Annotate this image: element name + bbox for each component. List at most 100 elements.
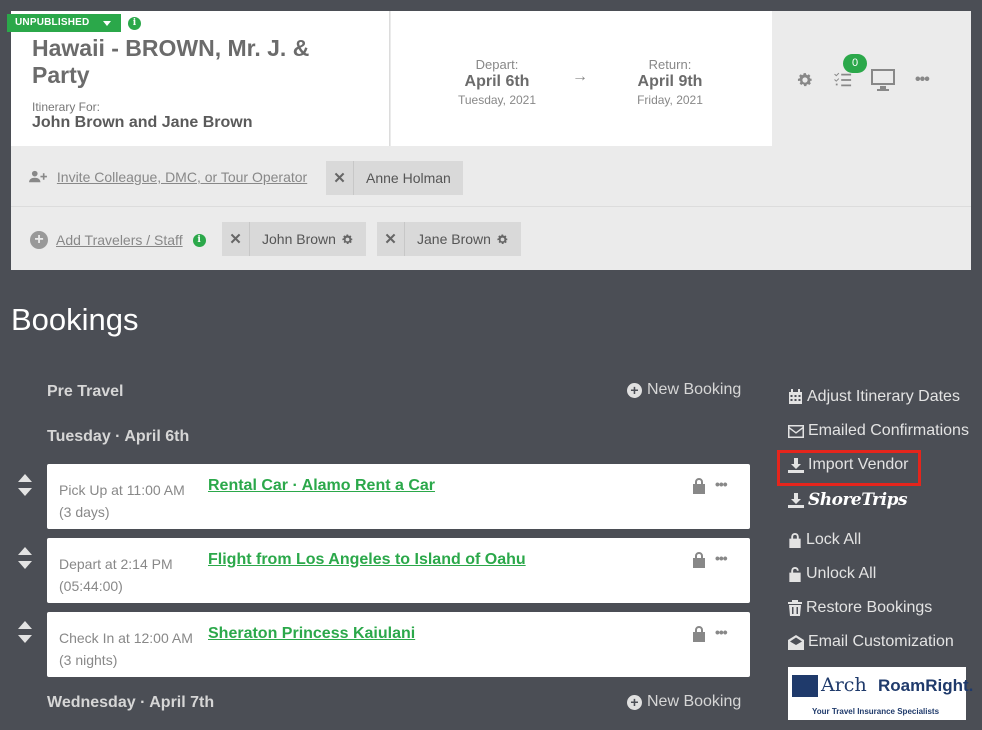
checklist-count-badge: 0	[843, 54, 867, 73]
checklist-icon[interactable]	[834, 71, 852, 89]
return-label: Return:	[648, 57, 692, 72]
booking-duration: (3 nights)	[59, 652, 118, 668]
unlock-all-label: Unlock All	[806, 565, 877, 582]
depart-year: Tuesday, 2021	[457, 93, 537, 107]
new-booking-label: New Booking	[647, 693, 742, 710]
more-options-icon[interactable]: •••	[715, 476, 728, 492]
collaborator-chip: ✕ Anne Holman	[326, 161, 463, 195]
trip-title[interactable]: Hawaii - BROWN, Mr. J. & Party	[32, 35, 372, 89]
lock-icon[interactable]	[692, 625, 706, 642]
traveler-chip-body[interactable]: John Brown	[250, 231, 366, 247]
envelope-open-icon	[788, 634, 804, 650]
more-options-icon[interactable]: •••	[915, 71, 930, 89]
plus-circle-icon: +	[627, 382, 642, 398]
itinerary-header: UNPUBLISHED i Hawaii - BROWN, Mr. J. & P…	[7, 11, 971, 270]
add-travelers-label: Add Travelers / Staff	[56, 232, 183, 248]
depart-date[interactable]: Depart: April 6th Tuesday, 2021	[446, 57, 548, 107]
new-booking-button[interactable]: + New Booking	[627, 693, 741, 711]
unlock-icon	[789, 566, 801, 582]
restore-bookings-label: Restore Bookings	[806, 599, 933, 616]
email-customization-link[interactable]: Email Customization	[788, 633, 954, 651]
return-date[interactable]: Return: April 9th Friday, 2021	[619, 57, 721, 107]
depart-day: April 6th	[464, 73, 530, 90]
monitor-icon[interactable]	[870, 68, 896, 92]
info-icon[interactable]: i	[192, 233, 206, 247]
emailed-confirmations-label: Emailed Confirmations	[808, 422, 969, 439]
new-booking-button[interactable]: + New Booking	[627, 381, 741, 399]
lock-icon[interactable]	[692, 477, 706, 494]
day-label: Tuesday · April 6th	[47, 428, 190, 445]
traveler-chip: ✕ John Brown	[222, 222, 366, 256]
gear-icon[interactable]	[796, 71, 814, 89]
booking-time: Depart at 2:14 PM	[59, 556, 173, 572]
import-vendor-highlight	[777, 450, 921, 486]
drag-handle-icon[interactable]	[17, 474, 33, 496]
travelers-row: + Add Travelers / Staff i ✕ John Brown ✕…	[11, 208, 971, 270]
booking-card[interactable]: Check In at 12:00 AM (3 nights) Sheraton…	[47, 612, 750, 677]
shoretrips-logo: ShoreTrips	[808, 490, 908, 510]
plus-circle-icon: +	[30, 231, 48, 249]
envelope-icon	[788, 424, 804, 438]
shoretrips-link[interactable]: ShoreTrips	[788, 490, 908, 510]
arch-roamright-logo[interactable]: Arch RoamRight. Your Travel Insurance Sp…	[788, 667, 973, 720]
traveler-chip-body[interactable]: Jane Brown	[405, 231, 521, 247]
day-label: Wednesday · April 7th	[47, 694, 215, 711]
more-options-icon[interactable]: •••	[715, 624, 728, 640]
adjust-dates-label: Adjust Itinerary Dates	[807, 388, 960, 405]
booking-name-link[interactable]: Rental Car · Alamo Rent a Car	[208, 477, 435, 495]
plus-circle-icon: +	[627, 694, 642, 710]
booking-card[interactable]: Pick Up at 11:00 AM (3 days) Rental Car …	[47, 464, 750, 529]
adjust-dates-link[interactable]: Adjust Itinerary Dates	[788, 388, 960, 406]
pre-travel-label: Pre Travel	[47, 383, 124, 400]
gear-icon[interactable]	[496, 233, 509, 246]
remove-traveler-icon[interactable]: ✕	[222, 222, 250, 256]
status-label: UNPUBLISHED	[15, 17, 90, 28]
chevron-down-icon	[103, 21, 111, 26]
emailed-confirmations-link[interactable]: Emailed Confirmations	[788, 422, 969, 440]
depart-label: Depart:	[475, 57, 519, 72]
return-day: April 9th	[637, 73, 703, 90]
booking-meta: Check In at 12:00 AM (3 nights)	[59, 627, 193, 671]
add-user-icon	[29, 170, 47, 183]
booking-name-link[interactable]: Sheraton Princess Kaiulani	[208, 625, 415, 643]
restore-bookings-link[interactable]: Restore Bookings	[788, 599, 932, 617]
new-booking-label: New Booking	[647, 381, 742, 398]
arch-wordmark: Arch	[821, 674, 867, 696]
invite-colleague-link[interactable]: Invite Colleague, DMC, or Tour Operator	[29, 169, 307, 185]
traveler-chip: ✕ Jane Brown	[377, 222, 521, 256]
arch-logo-mark-icon	[792, 675, 818, 697]
booking-card[interactable]: Depart at 2:14 PM (05:44:00) Flight from…	[47, 538, 750, 603]
booking-time: Pick Up at 11:00 AM	[59, 482, 185, 498]
invite-colleague-label: Invite Colleague, DMC, or Tour Operator	[56, 169, 308, 185]
booking-meta: Pick Up at 11:00 AM (3 days)	[59, 479, 185, 523]
collaborators-row: Invite Colleague, DMC, or Tour Operator …	[11, 147, 971, 207]
lock-all-link[interactable]: Lock All	[788, 531, 861, 549]
lock-icon[interactable]	[692, 551, 706, 568]
header-actions: 0 •••	[772, 11, 971, 146]
trash-icon	[788, 600, 802, 616]
itinerary-for-label: Itinerary For:	[32, 100, 101, 114]
booking-duration: (05:44:00)	[59, 578, 123, 594]
status-dropdown[interactable]: UNPUBLISHED	[7, 14, 121, 32]
info-icon[interactable]: i	[128, 17, 141, 30]
lock-icon	[789, 532, 801, 548]
booking-duration: (3 days)	[59, 504, 110, 520]
unlock-all-link[interactable]: Unlock All	[788, 565, 876, 583]
remove-collaborator-icon[interactable]: ✕	[326, 161, 354, 195]
trip-info-panel: UNPUBLISHED i Hawaii - BROWN, Mr. J. & P…	[7, 11, 390, 146]
drag-handle-icon[interactable]	[17, 547, 33, 569]
gear-icon[interactable]	[341, 233, 354, 246]
booking-meta: Depart at 2:14 PM (05:44:00)	[59, 553, 173, 597]
return-year: Friday, 2021	[637, 93, 703, 107]
itinerary-for-names: John Brown and Jane Brown	[32, 114, 253, 131]
download-icon	[788, 492, 804, 508]
collaborator-name: Anne Holman	[366, 170, 451, 186]
add-travelers-link[interactable]: + Add Travelers / Staff i	[30, 231, 206, 249]
more-options-icon[interactable]: •••	[715, 550, 728, 566]
booking-name-link[interactable]: Flight from Los Angeles to Island of Oah…	[208, 551, 526, 569]
email-customization-label: Email Customization	[808, 633, 954, 650]
header-top-row: UNPUBLISHED i Hawaii - BROWN, Mr. J. & P…	[7, 11, 971, 146]
drag-handle-icon[interactable]	[17, 621, 33, 643]
remove-traveler-icon[interactable]: ✕	[377, 222, 405, 256]
calendar-icon	[789, 389, 802, 404]
